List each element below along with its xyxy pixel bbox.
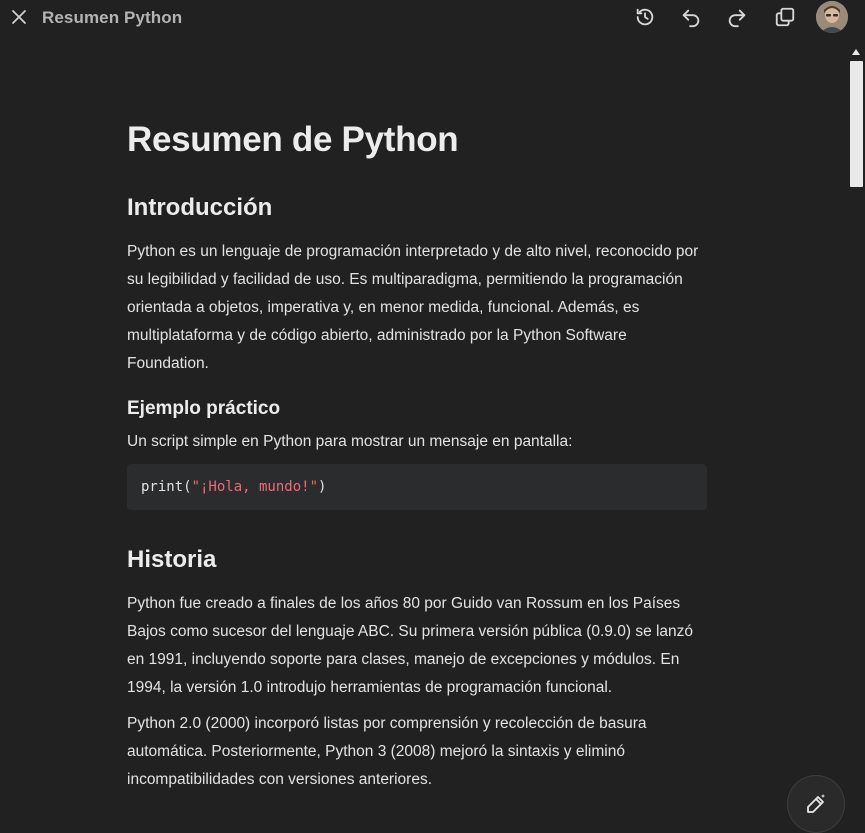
close-icon	[12, 10, 26, 24]
code-close-paren: )	[318, 479, 327, 495]
code-block[interactable]: print("¡Hola, mundo!")	[127, 464, 707, 510]
section-heading-history: Historia	[127, 546, 217, 573]
undo-icon	[682, 9, 700, 28]
document-title: Resumen Python	[42, 8, 183, 27]
history-paragraph-1: Python fue creado a finales de los años …	[127, 595, 694, 696]
redo-icon	[728, 9, 746, 28]
code-string: "¡Hola, mundo!"	[191, 479, 319, 495]
intro-paragraph: Python es un lenguaje de programación in…	[127, 243, 699, 372]
avatar-image	[816, 1, 848, 33]
example-paragraph: Un script simple en Python para mostrar …	[127, 433, 573, 450]
copy-icon	[775, 7, 795, 27]
redo-button[interactable]	[725, 5, 749, 29]
edit-fab-button[interactable]	[787, 775, 845, 833]
document-content: Resumen de Python Introducción Python es…	[127, 112, 709, 794]
section-heading-example: Ejemplo práctico	[127, 398, 281, 419]
copy-button[interactable]	[773, 5, 797, 29]
user-avatar[interactable]	[816, 1, 848, 33]
scroll-up-arrow[interactable]	[852, 49, 860, 55]
edit-pencil-icon	[807, 794, 825, 813]
document-heading: Resumen de Python	[127, 120, 459, 159]
section-heading-intro: Introducción	[127, 194, 273, 221]
undo-button[interactable]	[679, 5, 703, 29]
history-paragraph-2: Python 2.0 (2000) incorporó listas por c…	[127, 715, 647, 788]
history-icon	[636, 8, 654, 26]
history-button[interactable]	[633, 5, 657, 29]
code-function: print(	[141, 479, 192, 495]
top-bar: Resumen Python	[0, 0, 865, 36]
scrollbar-thumb[interactable]	[850, 61, 863, 187]
close-button[interactable]	[8, 6, 30, 28]
